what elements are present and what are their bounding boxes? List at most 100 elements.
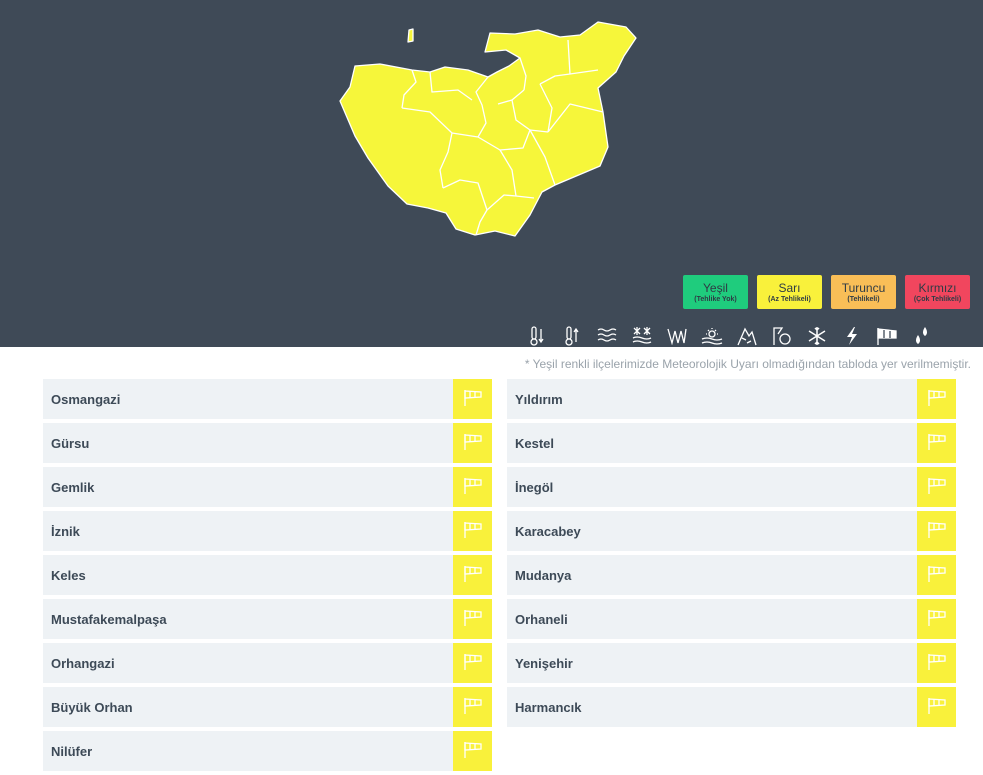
warning-badge[interactable] (917, 555, 956, 595)
legend-red: Kırmızı (Çok Tehlikeli) (905, 275, 970, 309)
wind-icon (462, 387, 484, 412)
wind-icon (462, 651, 484, 676)
district-name: Orhaneli (515, 611, 568, 627)
district-list-left: Osmangazi Gürsu Gemlik İznik Keles Mustafakem… (43, 379, 492, 775)
district-row[interactable]: Büyük Orhan (43, 687, 492, 727)
district-row[interactable]: Gürsu (43, 423, 492, 463)
dust-icon[interactable] (697, 325, 726, 347)
district-name: Orhangazi (51, 655, 115, 671)
district-row[interactable]: Kestel (507, 423, 956, 463)
warning-badge[interactable] (917, 643, 956, 683)
warning-badge[interactable] (453, 599, 492, 639)
warning-badge[interactable] (453, 687, 492, 727)
hazard-icon-bar (522, 325, 936, 347)
warning-badge[interactable] (917, 687, 956, 727)
wind-icon (926, 431, 948, 456)
district-name: Yenişehir (515, 655, 573, 671)
wind-icon (462, 519, 484, 544)
wind-icon (462, 739, 484, 764)
district-row[interactable]: Orhangazi (43, 643, 492, 683)
warning-badge[interactable] (453, 379, 492, 419)
avalanche-icon[interactable] (732, 325, 761, 347)
district-name: Osmangazi (51, 391, 121, 407)
warning-badge[interactable] (917, 511, 956, 551)
district-name: Gemlik (51, 479, 95, 495)
district-name: Kestel (515, 435, 555, 451)
district-row[interactable]: Nilüfer (43, 731, 492, 771)
district-name: Nilüfer (51, 743, 93, 759)
map-province-outline (339, 21, 637, 237)
hot-thermometer-icon[interactable] (557, 325, 586, 347)
district-name: Mustafakemalpaşa (51, 611, 167, 627)
legend-label: Yeşil (703, 280, 728, 295)
wind-icon (462, 563, 484, 588)
snow-rain-icon[interactable] (627, 325, 656, 347)
district-row[interactable]: Keles (43, 555, 492, 595)
legend-label: Turuncu (841, 280, 886, 295)
district-list-right: Yıldırım Kestel İnegöl Karacabey Mudanya Orha… (507, 379, 956, 731)
info-note: * Yeşil renkli ilçelerimizde Meteoroloji… (524, 357, 971, 371)
wind-icon (926, 387, 948, 412)
rain-drop-icon[interactable] (907, 325, 936, 347)
wind-icon[interactable] (872, 325, 901, 347)
district-row[interactable]: Harmancık (507, 687, 956, 727)
district-name: Yıldırım (515, 391, 563, 407)
district-name: Gürsu (51, 435, 90, 451)
legend-sub: (Tehlikeli) (847, 295, 880, 303)
legend-green: Yeşil (Tehlike Yok) (683, 275, 748, 309)
district-row[interactable]: Yıldırım (507, 379, 956, 419)
rain-icon[interactable] (662, 325, 691, 347)
warning-badge[interactable] (453, 423, 492, 463)
legend-yellow: Sarı (Az Tehlikeli) (757, 275, 822, 309)
district-row[interactable]: İznik (43, 511, 492, 551)
warning-badge[interactable] (453, 643, 492, 683)
wind-icon (926, 475, 948, 500)
district-row[interactable]: Mustafakemalpaşa (43, 599, 492, 639)
district-name: Büyük Orhan (51, 699, 133, 715)
wind-icon (926, 607, 948, 632)
wind-icon (462, 475, 484, 500)
district-name: Harmancık (515, 699, 582, 715)
wind-icon (462, 431, 484, 456)
district-name: İnegöl (515, 479, 554, 495)
wind-icon (926, 519, 948, 544)
district-name: İznik (51, 523, 80, 539)
lightning-icon[interactable] (837, 325, 866, 347)
warning-badge[interactable] (453, 467, 492, 507)
wind-icon (926, 563, 948, 588)
district-row[interactable]: Yenişehir (507, 643, 956, 683)
map-island (407, 28, 414, 43)
legend-sub: (Tehlike Yok) (694, 295, 737, 303)
ice-icon[interactable] (767, 325, 796, 347)
district-name: Mudanya (515, 567, 572, 583)
wind-icon (926, 651, 948, 676)
cold-thermometer-icon[interactable] (522, 325, 551, 347)
district-row[interactable]: Osmangazi (43, 379, 492, 419)
warning-badge[interactable] (917, 379, 956, 419)
district-row[interactable]: Mudanya (507, 555, 956, 595)
district-row[interactable]: İnegöl (507, 467, 956, 507)
warning-badge[interactable] (917, 423, 956, 463)
warning-badge[interactable] (917, 599, 956, 639)
district-name: Karacabey (515, 523, 581, 539)
district-row[interactable]: Orhaneli (507, 599, 956, 639)
wind-icon (462, 607, 484, 632)
warning-badge[interactable] (453, 511, 492, 551)
legend-label: Kırmızı (918, 280, 957, 295)
legend-sub: (Çok Tehlikeli) (913, 295, 962, 303)
warning-badge[interactable] (453, 731, 492, 771)
district-row[interactable]: Gemlik (43, 467, 492, 507)
wind-icon (926, 695, 948, 720)
warning-badge[interactable] (453, 555, 492, 595)
legend: Yeşil (Tehlike Yok) Sarı (Az Tehlikeli) … (683, 275, 970, 309)
fog-icon[interactable] (592, 325, 621, 347)
district-row[interactable]: Karacabey (507, 511, 956, 551)
district-name: Keles (51, 567, 86, 583)
warning-badge[interactable] (917, 467, 956, 507)
legend-sub: (Az Tehlikeli) (768, 295, 811, 303)
legend-orange: Turuncu (Tehlikeli) (831, 275, 896, 309)
wind-icon (462, 695, 484, 720)
map-panel: Yeşil (Tehlike Yok) Sarı (Az Tehlikeli) … (0, 0, 983, 347)
snow-icon[interactable] (802, 325, 831, 347)
legend-label: Sarı (778, 280, 801, 295)
